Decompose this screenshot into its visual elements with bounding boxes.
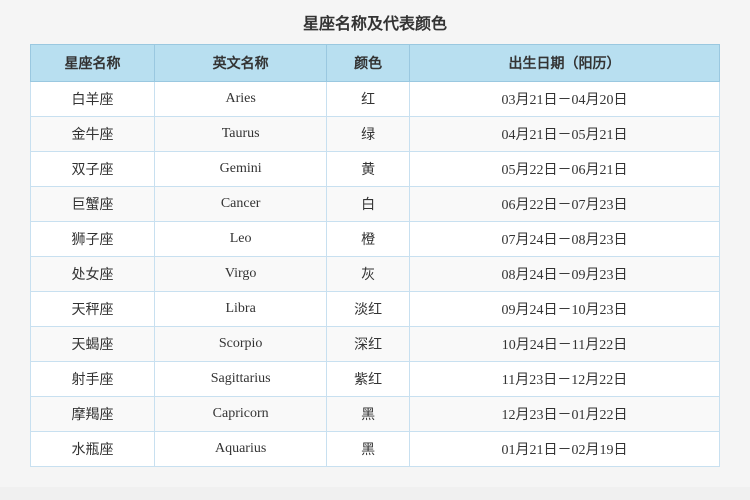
cell-date: 08月24日－09月23日 — [409, 257, 719, 292]
cell-en-name: Virgo — [155, 257, 327, 292]
cell-en-name: Capricorn — [155, 397, 327, 432]
cell-en-name: Aries — [155, 82, 327, 117]
cell-color: 橙 — [327, 222, 410, 257]
cell-date: 11月23日－12月22日 — [409, 362, 719, 397]
cell-color: 淡红 — [327, 292, 410, 327]
table-row: 处女座Virgo灰08月24日－09月23日 — [31, 257, 720, 292]
cell-cn-name: 水瓶座 — [31, 432, 155, 467]
cell-cn-name: 巨蟹座 — [31, 187, 155, 222]
cell-date: 10月24日－11月22日 — [409, 327, 719, 362]
cell-color: 黑 — [327, 397, 410, 432]
table-row: 双子座Gemini黄05月22日－06月21日 — [31, 152, 720, 187]
cell-date: 12月23日－01月22日 — [409, 397, 719, 432]
cell-en-name: Libra — [155, 292, 327, 327]
cell-date: 05月22日－06月21日 — [409, 152, 719, 187]
cell-en-name: Leo — [155, 222, 327, 257]
cell-color: 黑 — [327, 432, 410, 467]
cell-en-name: Sagittarius — [155, 362, 327, 397]
cell-cn-name: 双子座 — [31, 152, 155, 187]
table-row: 水瓶座Aquarius黑01月21日－02月19日 — [31, 432, 720, 467]
header-cn-name: 星座名称 — [31, 45, 155, 82]
cell-cn-name: 狮子座 — [31, 222, 155, 257]
zodiac-table: 星座名称 英文名称 颜色 出生日期（阳历） 白羊座Aries红03月21日－04… — [30, 44, 720, 467]
table-row: 天蝎座Scorpio深红10月24日－11月22日 — [31, 327, 720, 362]
table-row: 天秤座Libra淡红09月24日－10月23日 — [31, 292, 720, 327]
header-en-name: 英文名称 — [155, 45, 327, 82]
cell-en-name: Aquarius — [155, 432, 327, 467]
cell-cn-name: 摩羯座 — [31, 397, 155, 432]
header-color: 颜色 — [327, 45, 410, 82]
cell-cn-name: 处女座 — [31, 257, 155, 292]
table-row: 金牛座Taurus绿04月21日－05月21日 — [31, 117, 720, 152]
cell-color: 深红 — [327, 327, 410, 362]
cell-cn-name: 金牛座 — [31, 117, 155, 152]
cell-cn-name: 天秤座 — [31, 292, 155, 327]
cell-en-name: Cancer — [155, 187, 327, 222]
cell-color: 绿 — [327, 117, 410, 152]
cell-cn-name: 白羊座 — [31, 82, 155, 117]
cell-en-name: Taurus — [155, 117, 327, 152]
cell-date: 01月21日－02月19日 — [409, 432, 719, 467]
table-row: 巨蟹座Cancer白06月22日－07月23日 — [31, 187, 720, 222]
cell-date: 04月21日－05月21日 — [409, 117, 719, 152]
cell-date: 03月21日－04月20日 — [409, 82, 719, 117]
header-birth-date: 出生日期（阳历） — [409, 45, 719, 82]
cell-cn-name: 射手座 — [31, 362, 155, 397]
cell-en-name: Gemini — [155, 152, 327, 187]
cell-color: 灰 — [327, 257, 410, 292]
table-row: 狮子座Leo橙07月24日－08月23日 — [31, 222, 720, 257]
cell-color: 白 — [327, 187, 410, 222]
cell-en-name: Scorpio — [155, 327, 327, 362]
cell-color: 紫红 — [327, 362, 410, 397]
cell-cn-name: 天蝎座 — [31, 327, 155, 362]
table-row: 白羊座Aries红03月21日－04月20日 — [31, 82, 720, 117]
cell-color: 红 — [327, 82, 410, 117]
cell-date: 07月24日－08月23日 — [409, 222, 719, 257]
table-row: 摩羯座Capricorn黑12月23日－01月22日 — [31, 397, 720, 432]
cell-date: 09月24日－10月23日 — [409, 292, 719, 327]
table-row: 射手座Sagittarius紫红11月23日－12月22日 — [31, 362, 720, 397]
cell-color: 黄 — [327, 152, 410, 187]
page-title: 星座名称及代表颜色 — [30, 10, 720, 34]
cell-date: 06月22日－07月23日 — [409, 187, 719, 222]
page-container: 星座名称及代表颜色 星座名称 英文名称 颜色 出生日期（阳历） 白羊座Aries… — [0, 0, 750, 487]
table-header-row: 星座名称 英文名称 颜色 出生日期（阳历） — [31, 45, 720, 82]
